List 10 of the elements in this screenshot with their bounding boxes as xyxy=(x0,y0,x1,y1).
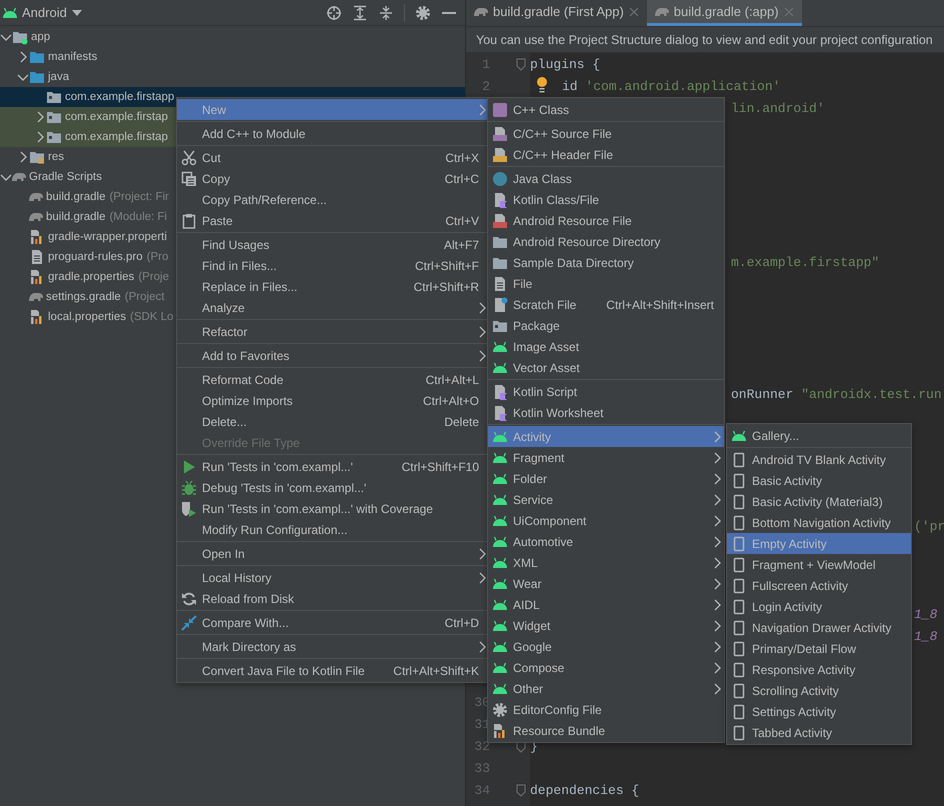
code-line: id 'com.android.application' xyxy=(562,78,780,94)
code-line: ('pr xyxy=(914,518,944,534)
code-line: plugins { xyxy=(530,56,600,72)
code-line: 1_8 xyxy=(914,606,938,622)
code-line: dependencies { xyxy=(530,782,640,798)
notification-banner: You can use the Project Structure dialog to view and edit your project configuration xyxy=(466,27,944,53)
code-line: m.example.firstapp" xyxy=(731,254,880,270)
code-line: lin.android' xyxy=(731,100,825,116)
code-line: 1_8 xyxy=(914,628,938,644)
code-line: onRunner "androidx.test.run xyxy=(731,386,942,402)
